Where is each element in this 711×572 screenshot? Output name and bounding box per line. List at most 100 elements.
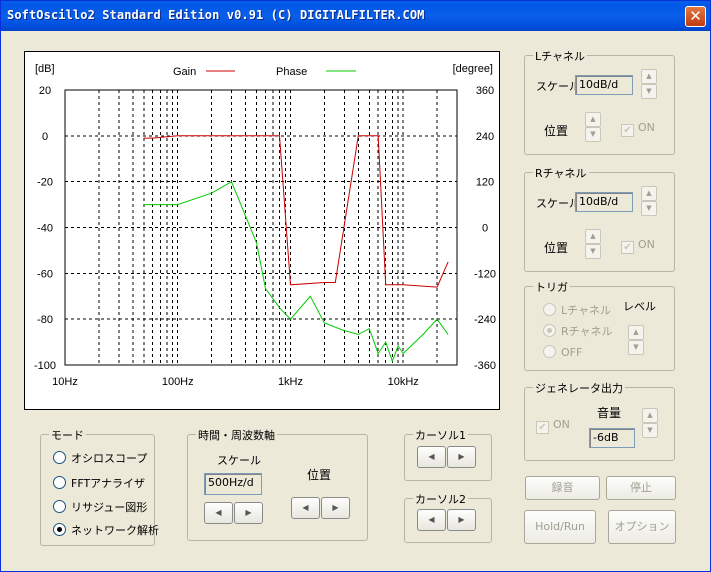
spin-up-icon[interactable]: ▲ [641, 186, 657, 201]
mode-option-label: リサジュー図形 [71, 501, 148, 514]
generator-on-label: ON [553, 418, 570, 431]
generator-volume-spinner[interactable]: ▲ ▼ [642, 408, 658, 438]
mode-option-label: FFTアナライザ [71, 477, 145, 490]
timefreq-scale-spinner[interactable]: ◀ ▶ [204, 502, 264, 524]
y-right-tick-label: -360 [474, 360, 496, 372]
mode-legend: モード [49, 427, 86, 443]
plot-frame [64, 89, 458, 366]
trigger-group: トリガ Lチャネル Rチャネル OFF レベル ▲ ▼ [524, 279, 675, 371]
generator-group: ジェネレータ出力 ✔ ON 音量 -6dB ▲ ▼ [524, 380, 675, 461]
cursor2-spinner[interactable]: ◀ ▶ [417, 509, 477, 531]
network-plot: 20 0 -20 -40 -60 -80 -100 360 240 120 0 -120 -240 -36… [24, 51, 500, 410]
generator-on-checkbox[interactable]: ✔ ON [536, 418, 570, 434]
y-right-tick-label: 120 [476, 177, 494, 189]
spin-up-icon[interactable]: ▲ [585, 112, 601, 127]
lchannel-scale-spinner[interactable]: ▲ ▼ [641, 69, 657, 99]
arrow-left-icon[interactable]: ◀ [204, 502, 233, 524]
radio-icon [53, 523, 66, 536]
trigger-option-label: OFF [561, 346, 583, 359]
lchannel-position-label: 位置 [544, 124, 569, 138]
rchannel-position-label: 位置 [544, 241, 569, 255]
spin-down-icon[interactable]: ▼ [642, 423, 658, 438]
spin-down-icon[interactable]: ▼ [585, 127, 601, 142]
check-icon: ✔ [621, 241, 634, 254]
y-right-axis-label: [degree] [453, 63, 493, 75]
y-left-tick-label: -20 [37, 177, 53, 189]
series-line-gain [143, 135, 449, 288]
cursor2-group: カーソル2 ◀ ▶ [404, 491, 492, 543]
radio-icon [53, 451, 66, 464]
mode-option-lissajous[interactable]: リサジュー図形 [53, 499, 147, 515]
trigger-level-label: レベル [623, 300, 656, 313]
timefreq-scale-label: スケール [217, 454, 261, 467]
lchannel-on-checkbox[interactable]: ✔ ON [621, 121, 655, 137]
rchannel-position-spinner[interactable]: ▲ ▼ [585, 229, 601, 259]
mode-option-network[interactable]: ネットワーク解析 [53, 522, 159, 538]
trigger-option-off[interactable]: OFF [543, 345, 582, 359]
rchannel-group: Rチャネル スケール 10dB/d ▲ ▼ 位置 ▲ ▼ ✔ ON [524, 165, 675, 272]
check-icon: ✔ [621, 124, 634, 137]
timefreq-scale-field: 500Hz/d [204, 473, 262, 495]
lchannel-group: Lチャネル スケール 10dB/d ▲ ▼ 位置 ▲ ▼ ✔ ON [524, 48, 675, 155]
arrow-left-icon[interactable]: ◀ [291, 497, 320, 519]
series-line-phase [143, 180, 449, 363]
radio-icon [543, 303, 556, 316]
app-window: SoftOscillo2 Standard Edition v0.91 (C) … [0, 0, 711, 572]
arrow-right-icon[interactable]: ▶ [447, 509, 476, 531]
y-left-tick-label: -60 [37, 268, 53, 280]
rchannel-scale-label: スケール [536, 197, 580, 210]
stop-button[interactable]: 停止 [606, 476, 676, 500]
mode-option-fft[interactable]: FFTアナライザ [53, 475, 145, 491]
hold-run-button[interactable]: Hold/Run [524, 510, 596, 544]
legend-label: Gain [173, 66, 196, 78]
timefreq-group: 時間・周波数軸 スケール 500Hz/d 位置 ◀ ▶ ◀ ▶ [187, 427, 368, 541]
spin-down-icon[interactable]: ▼ [641, 84, 657, 99]
arrow-left-icon[interactable]: ◀ [417, 509, 446, 531]
radio-icon [53, 500, 66, 513]
spin-up-icon[interactable]: ▲ [641, 69, 657, 84]
mode-option-oscilloscope[interactable]: オシロスコープ [53, 450, 147, 466]
close-button[interactable]: ✕ [685, 6, 706, 27]
cursor1-spinner[interactable]: ◀ ▶ [417, 446, 477, 468]
trigger-option-rchannel[interactable]: Rチャネル [543, 323, 613, 339]
generator-legend: ジェネレータ出力 [533, 380, 625, 396]
rchannel-scale-spinner[interactable]: ▲ ▼ [641, 186, 657, 216]
trigger-level-spinner[interactable]: ▲ ▼ [628, 325, 644, 355]
timefreq-legend: 時間・周波数軸 [196, 427, 277, 443]
generator-volume-field: -6dB [589, 428, 635, 448]
mode-option-label: オシロスコープ [71, 452, 148, 465]
spin-up-icon[interactable]: ▲ [628, 325, 644, 340]
y-left-tick-label: -80 [37, 314, 53, 326]
rchannel-on-checkbox[interactable]: ✔ ON [621, 238, 655, 254]
radio-icon [543, 324, 556, 337]
arrow-left-icon[interactable]: ◀ [417, 446, 446, 468]
spin-down-icon[interactable]: ▼ [585, 244, 601, 259]
mode-group: モード オシロスコープ FFTアナライザ リサジュー図形 ネットワーク解析 [40, 427, 159, 546]
y-right-tick-label: -120 [474, 268, 496, 280]
cursor1-legend: カーソル1 [413, 427, 468, 443]
spin-up-icon[interactable]: ▲ [585, 229, 601, 244]
title-bar[interactable]: SoftOscillo2 Standard Edition v0.91 (C) … [1, 1, 710, 31]
x-tick-label: 1kHz [278, 376, 303, 388]
lchannel-on-label: ON [638, 121, 655, 134]
options-button[interactable]: オプション [608, 510, 676, 544]
trigger-option-label: Rチャネル [561, 325, 613, 338]
rchannel-legend: Rチャネル [533, 165, 589, 181]
timefreq-position-spinner[interactable]: ◀ ▶ [291, 497, 351, 519]
spin-down-icon[interactable]: ▼ [641, 201, 657, 216]
y-left-tick-label: -40 [37, 223, 53, 235]
x-tick-label: 10Hz [52, 376, 78, 388]
arrow-right-icon[interactable]: ▶ [234, 502, 263, 524]
lchannel-position-spinner[interactable]: ▲ ▼ [585, 112, 601, 142]
lchannel-legend: Lチャネル [533, 48, 588, 64]
record-button[interactable]: 録音 [525, 476, 600, 500]
y-right-tick-label: -240 [474, 314, 496, 326]
y-left-tick-label: -100 [34, 360, 56, 372]
trigger-option-lchannel[interactable]: Lチャネル [543, 302, 611, 318]
spin-up-icon[interactable]: ▲ [642, 408, 658, 423]
y-right-tick-label: 240 [476, 131, 494, 143]
spin-down-icon[interactable]: ▼ [628, 340, 644, 355]
arrow-right-icon[interactable]: ▶ [447, 446, 476, 468]
arrow-right-icon[interactable]: ▶ [321, 497, 350, 519]
timefreq-position-label: 位置 [307, 468, 332, 482]
